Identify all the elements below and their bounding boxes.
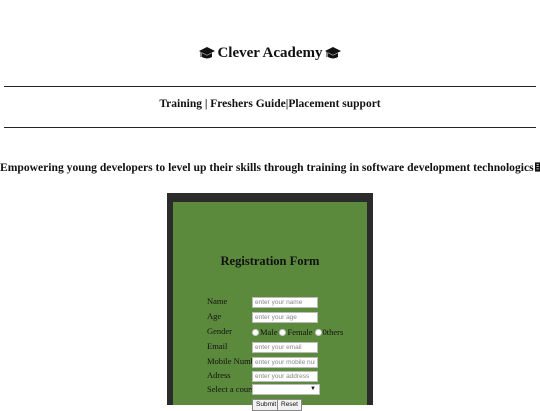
course-select[interactable]: ▼ <box>252 384 320 395</box>
course-label: Select a course <box>207 384 258 394</box>
divider-top <box>4 86 536 87</box>
divider-bottom <box>4 127 536 128</box>
gender-option-label: Male <box>260 327 278 337</box>
email-input[interactable] <box>252 342 318 353</box>
nav-link-training[interactable]: Training <box>159 98 202 110</box>
main-nav: Training | Freshers Guide|Placement supp… <box>0 98 540 116</box>
form-title: Registration Form <box>220 254 320 268</box>
text-cursor-icon <box>534 162 540 172</box>
submit-button[interactable]: Submit <box>252 399 281 411</box>
graduation-cap-icon <box>324 47 341 59</box>
name-input[interactable] <box>252 297 318 308</box>
radio-button[interactable] <box>252 328 259 336</box>
age-input[interactable] <box>252 312 318 323</box>
gender-option-female[interactable]: Female <box>279 327 313 337</box>
gender-radio-group: Male Female 0thers <box>252 326 345 338</box>
tagline-text: Empowering young developers to level up … <box>0 160 534 174</box>
radio-button[interactable] <box>314 328 322 336</box>
gender-option-others[interactable]: 0thers <box>314 327 344 337</box>
form-frame: Registration Form Name Age Gender Male F… <box>167 193 373 411</box>
chevron-down-icon: ▼ <box>310 386 316 392</box>
age-label: Age <box>207 311 222 321</box>
site-header: Clever Academy <box>0 42 540 64</box>
gender-label: Gender <box>207 326 233 336</box>
radio-button[interactable] <box>279 328 287 336</box>
mobile-number-input[interactable] <box>252 357 318 368</box>
address-label: Adress <box>207 370 231 380</box>
site-title: Clever Academy <box>217 44 323 61</box>
nav-link-freshers-guide[interactable]: Freshers Guide <box>210 98 286 110</box>
gender-option-male[interactable]: Male <box>252 327 277 337</box>
gender-option-label: 0thers <box>322 327 344 337</box>
nav-link-placement-support[interactable]: Placement support <box>288 98 380 110</box>
email-label: Email <box>207 341 228 351</box>
graduation-cap-icon <box>199 47 216 59</box>
registration-form: Registration Form Name Age Gender Male F… <box>173 202 367 411</box>
name-label: Name <box>207 296 228 306</box>
reset-button[interactable]: Reset <box>277 399 302 411</box>
address-input[interactable] <box>252 371 318 382</box>
tagline: Empowering young developers to level up … <box>0 158 540 176</box>
gender-option-label: Female <box>287 327 313 337</box>
